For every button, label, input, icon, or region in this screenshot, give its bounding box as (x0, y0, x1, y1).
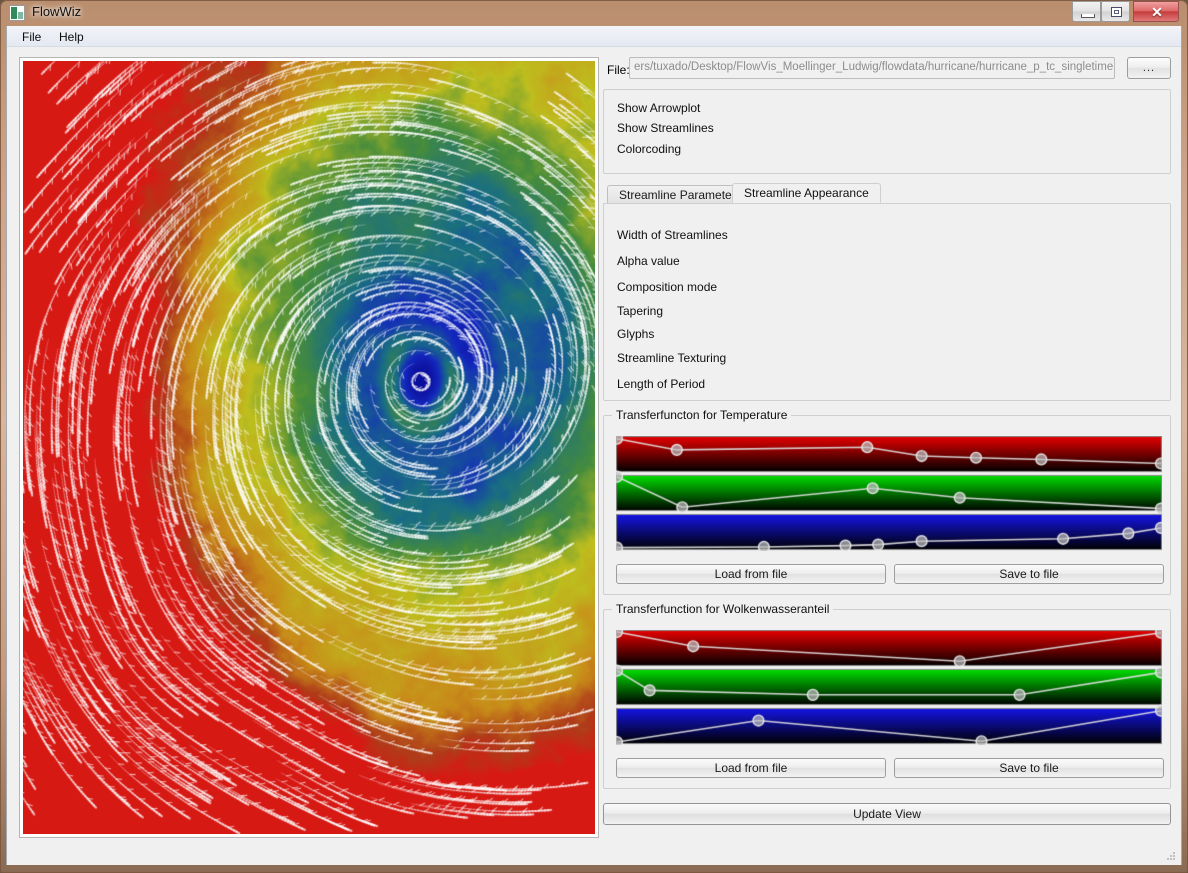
save-temperature-button[interactable]: Save to file (894, 564, 1164, 584)
file-row: File: ers/tuxado/Desktop/FlowVis_Moellin… (603, 57, 1171, 83)
transferfunction-wolkenwasseranteil-title: Transferfunction for Wolkenwasseranteil (612, 602, 833, 616)
streamline-appearance-panel: Width of Streamlines 2 Alpha value Compo… (603, 203, 1171, 401)
transferfunction-temperature-title: Transferfuncton for Temperature (612, 408, 791, 422)
close-icon: ✕ (1134, 4, 1180, 21)
client-area: File Help File: ers/tuxado/Desktop/FlowV… (6, 26, 1182, 865)
minimize-button[interactable] (1072, 1, 1101, 22)
load-temperature-button[interactable]: Load from file (616, 564, 886, 584)
tapering-label: Tapering (617, 304, 663, 318)
load-wolkenwasseranteil-button[interactable]: Load from file (616, 758, 886, 778)
tab-strip: Streamline Parameters Streamline Appeara… (603, 182, 1171, 203)
maximize-restore-button[interactable] (1101, 1, 1130, 22)
app-icon (9, 5, 25, 21)
tab-streamline-appearance[interactable]: Streamline Appearance (732, 183, 881, 203)
transferfunction-wolkenwasseranteil-group: Transferfunction for Wolkenwasseranteil … (603, 609, 1171, 789)
transferfunction-wolkenwasseranteil-editor[interactable] (616, 630, 1162, 745)
browse-button[interactable]: ... (1127, 57, 1171, 79)
controls-column: File: ers/tuxado/Desktop/FlowVis_Moellin… (603, 57, 1171, 825)
hurricane-flow-visualization[interactable] (23, 61, 595, 834)
content-area: File: ers/tuxado/Desktop/FlowVis_Moellin… (7, 47, 1181, 865)
menu-bar: File Help (7, 26, 1181, 47)
close-button[interactable]: ✕ (1133, 1, 1179, 22)
show-arrowplot-label: Show Arrowplot (617, 101, 700, 115)
resize-grip[interactable] (1165, 850, 1177, 862)
display-options-group: Show Arrowplot Show Streamlines ✔ Colorc… (603, 89, 1171, 174)
menu-item-help[interactable]: Help (52, 29, 91, 45)
colorcoding-label: Colorcoding (617, 142, 681, 156)
visualization-frame (19, 57, 599, 838)
composition-mode-label: Composition mode (617, 280, 717, 294)
app-window: FlowWiz ✕ File Help File: ers/tuxado/Des… (0, 0, 1188, 873)
update-view-button[interactable]: Update View (603, 803, 1171, 825)
glyphs-label: Glyphs (617, 327, 654, 341)
window-title: FlowWiz (32, 4, 81, 19)
transferfunction-temperature-editor[interactable] (616, 436, 1162, 551)
save-wolkenwasseranteil-button[interactable]: Save to file (894, 758, 1164, 778)
alpha-label: Alpha value (617, 254, 680, 268)
menu-item-file[interactable]: File (15, 29, 48, 45)
transferfunction-temperature-group: Transferfuncton for Temperature Load fro… (603, 415, 1171, 595)
streamline-texturing-label: Streamline Texturing (617, 351, 726, 365)
title-bar: FlowWiz ✕ (0, 0, 1188, 26)
width-label: Width of Streamlines (617, 228, 728, 242)
length-of-period-label: Length of Period (617, 377, 705, 391)
file-label: File: (607, 63, 630, 77)
file-path-input[interactable]: ers/tuxado/Desktop/FlowVis_Moellinger_Lu… (629, 57, 1115, 79)
show-streamlines-label: Show Streamlines (617, 121, 714, 135)
